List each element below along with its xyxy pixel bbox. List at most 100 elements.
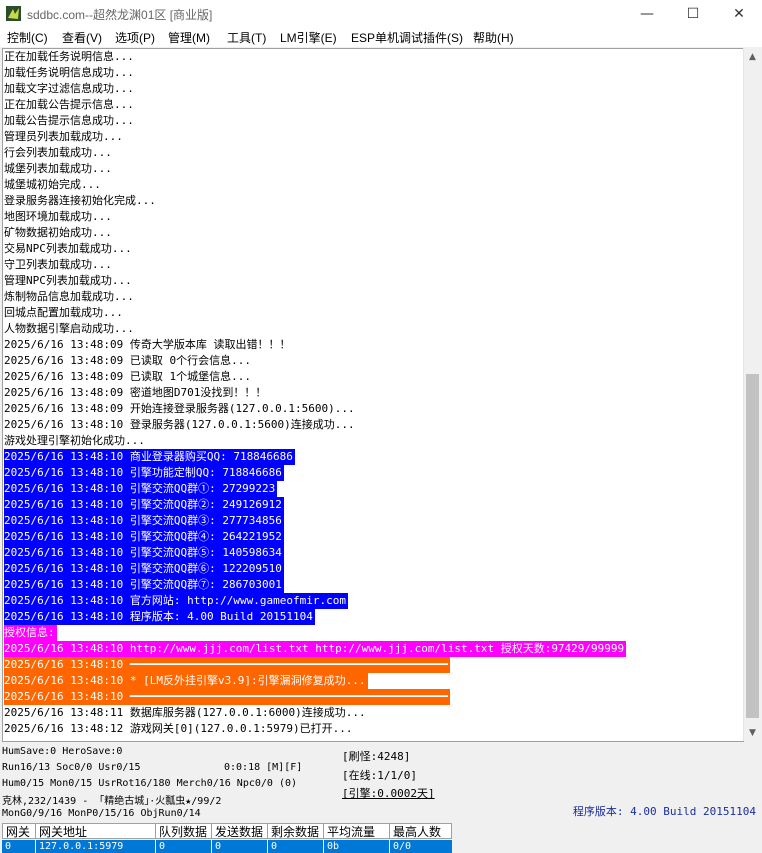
log-line: 2025/6/16 13:48:09 已读取 0个行会信息... [3, 353, 744, 369]
log-line: 2025/6/16 13:48:10 登录服务器(127.0.0.1:5600)… [3, 417, 744, 433]
log-line: 2025/6/16 13:48:10 引擎交流QQ群④: 264221952 [3, 529, 744, 545]
log-line-text: 管理NPC列表加载成功... [4, 274, 132, 287]
log-line: 矿物数据初始成功... [3, 225, 744, 241]
close-button[interactable]: ✕ [716, 0, 762, 27]
log-line-text: 2025/6/16 13:48:09 已读取 1个城堡信息... [4, 370, 251, 383]
title-bar: sddbc.com--超然龙渊01区 [商业版] — ☐ ✕ [0, 0, 762, 28]
log-line: 2025/6/16 13:48:10 引擎交流QQ群⑥: 122209510 [3, 561, 744, 577]
log-line: 2025/6/16 13:48:09 开始连接登录服务器(127.0.0.1:5… [3, 401, 744, 417]
log-line-text: 炼制物品信息加载成功... [4, 290, 134, 303]
log-line-text: 2025/6/16 13:48:10 官方网站: http://www.game… [4, 593, 349, 609]
menu-view[interactable]: 查看(V) [62, 29, 102, 46]
log-line: 授权信息: [3, 625, 744, 641]
log-line: 加载文字过滤信息成功... [3, 81, 744, 97]
log-line-text: 2025/6/16 13:48:10 ━━━━━━━━━━━━━━━━━━━━━… [4, 689, 450, 705]
log-line-text: 加载公告提示信息成功... [4, 114, 134, 127]
log-output[interactable]: 正在加载任务说明信息... 加载任务说明信息成功... 加载文字过滤信息成功... 正… [2, 48, 744, 742]
maximize-button[interactable]: ☐ [670, 0, 716, 27]
log-line-text: 2025/6/16 13:48:10 引擎交流QQ群⑦: 286703001 [4, 577, 284, 593]
menu-lm-engine[interactable]: LM引擎(E) [280, 29, 337, 46]
log-line: 2025/6/16 13:48:10 ━━━━━━━━━━━━━━━━━━━━━… [3, 689, 744, 705]
log-line-text: 授权信息: [4, 625, 57, 641]
log-line: 2025/6/16 13:48:10 程序版本: 4.00 Build 2015… [3, 609, 744, 625]
log-line: 2025/6/16 13:48:10 引擎交流QQ群③: 277734856 [3, 513, 744, 529]
column-header[interactable]: 网关地址 [36, 823, 156, 839]
log-line: 2025/6/16 13:48:10 引擎交流QQ群①: 27299223 [3, 481, 744, 497]
log-line: 行会列表加载成功... [3, 145, 744, 161]
log-line-text: 2025/6/16 13:48:09 传奇大学版本库 读取出错！！！ [4, 338, 291, 351]
log-line: 回城点配置加载成功... [3, 305, 744, 321]
map-status: 克林,232/1439 - 「精绝古城」·火瓢虫★/99/2 [2, 796, 222, 807]
log-line: 守卫列表加载成功... [3, 257, 744, 273]
log-line: 管理NPC列表加载成功... [3, 273, 744, 289]
menu-manage[interactable]: 管理(M) [168, 29, 210, 46]
column-header[interactable]: 发送数据 [212, 823, 268, 839]
menu-help[interactable]: 帮助(H) [473, 29, 514, 46]
log-line-text: 城堡列表加载成功... [4, 162, 112, 175]
log-line-text: 行会列表加载成功... [4, 146, 112, 159]
uptime-status: 0:0:18 [M][F] [224, 762, 303, 773]
column-header[interactable]: 平均流量 [324, 823, 390, 839]
log-line: 登录服务器连接初始化完成... [3, 193, 744, 209]
log-line-text: 回城点配置加载成功... [4, 306, 123, 319]
log-line: 2025/6/16 13:48:10 引擎交流QQ群⑤: 140598634 [3, 545, 744, 561]
scroll-thumb[interactable] [746, 374, 759, 718]
log-line: 城堡列表加载成功... [3, 161, 744, 177]
log-line: 正在加载公告提示信息... [3, 97, 744, 113]
column-header[interactable]: 网关 [2, 823, 36, 839]
log-line-text: 2025/6/16 13:48:10 引擎交流QQ群③: 277734856 [4, 513, 284, 529]
menu-esp-plugin[interactable]: ESP单机调试插件(S) [351, 29, 463, 46]
refresh-count: [刷怪:4248] [342, 750, 411, 763]
log-line: 游戏处理引擎初始化成功... [3, 433, 744, 449]
status-panel: HumSave:0 HeroSave:0 Run16/13 Soc0/0 Usr… [0, 742, 762, 822]
log-line-text: 2025/6/16 13:48:10 引擎交流QQ群④: 264221952 [4, 529, 284, 545]
log-line-text: 正在加载公告提示信息... [4, 98, 134, 111]
log-line: 炼制物品信息加载成功... [3, 289, 744, 305]
log-line: 2025/6/16 13:48:10 http://www.jjj.com/li… [3, 641, 744, 657]
log-line: 2025/6/16 13:48:10 官方网站: http://www.game… [3, 593, 744, 609]
table-cell: 0 [2, 840, 36, 853]
table-cell: 0/0 [393, 841, 412, 852]
column-header[interactable]: 最高人数 [390, 823, 452, 839]
log-line: 管理员列表加载成功... [3, 129, 744, 145]
menu-options[interactable]: 选项(P) [115, 29, 155, 46]
minimize-button[interactable]: — [624, 0, 670, 27]
column-header[interactable]: 队列数据 [156, 823, 212, 839]
log-line-text: 2025/6/16 13:48:10 登录服务器(127.0.0.1:5600)… [4, 418, 355, 431]
table-cell: 0 [156, 840, 212, 853]
monster-status: MonG0/9/16 MonP0/15/16 ObjRun0/14 [2, 808, 201, 819]
log-line-text: 正在加载任务说明信息... [4, 50, 134, 63]
engine-days: [引擎:0.0002天] [342, 787, 435, 800]
log-line-text: 2025/6/16 13:48:10 http://www.jjj.com/li… [4, 641, 627, 657]
log-line: 2025/6/16 13:48:10 * [LM反外挂引擎v3.9]:引擎漏洞修… [3, 673, 744, 689]
log-line: 2025/6/16 13:48:09 密道地图D701没找到！！！ [3, 385, 744, 401]
log-line: 2025/6/16 13:48:10 引擎功能定制QQ: 718846686 [3, 465, 744, 481]
log-line-text: 加载任务说明信息成功... [4, 66, 134, 79]
log-line-text: 2025/6/16 13:48:10 商业登录器购买QQ: 718846686 [4, 449, 295, 465]
column-header[interactable]: 剩余数据 [268, 823, 324, 839]
log-line-text: 2025/6/16 13:48:10 引擎交流QQ群①: 27299223 [4, 481, 278, 497]
log-line: 2025/6/16 13:48:11 数据库服务器(127.0.0.1:6000… [3, 705, 744, 721]
scroll-down-arrow-icon[interactable]: ▼ [744, 724, 761, 741]
table-row[interactable]: 0 127.0.0.1:5979 0 0 0 0b 0/0 [2, 840, 452, 853]
scroll-up-arrow-icon[interactable]: ▲ [744, 48, 761, 65]
log-line: 2025/6/16 13:48:09 传奇大学版本库 读取出错！！！ [3, 337, 744, 353]
gate-table: 网关 网关地址 队列数据 发送数据 剩余数据 平均流量 最高人数 0 127.0… [2, 823, 452, 853]
log-line-text: 矿物数据初始成功... [4, 226, 112, 239]
log-line-text: 管理员列表加载成功... [4, 130, 123, 143]
table-cell: 127.0.0.1:5979 [36, 840, 156, 853]
log-line-text: 交易NPC列表加载成功... [4, 242, 132, 255]
save-status: HumSave:0 HeroSave:0 [2, 746, 123, 757]
log-scrollbar[interactable]: ▲ ▼ [743, 48, 761, 741]
run-status: Run16/13 Soc0/0 Usr0/15 [2, 762, 141, 773]
log-line-text: 城堡城初始完成... [4, 178, 101, 191]
log-line-text: 登录服务器连接初始化完成... [4, 194, 156, 207]
log-line-text: 2025/6/16 13:48:10 引擎交流QQ群②: 249126912 [4, 497, 284, 513]
app-icon [6, 6, 21, 21]
log-line: 交易NPC列表加载成功... [3, 241, 744, 257]
menu-control[interactable]: 控制(C) [7, 29, 48, 46]
menu-tools[interactable]: 工具(T) [227, 29, 266, 46]
log-line-text: 2025/6/16 13:48:10 * [LM反外挂引擎v3.9]:引擎漏洞修… [4, 673, 368, 689]
menu-bar: 控制(C) 查看(V) 选项(P) 管理(M) 工具(T) LM引擎(E) ES… [0, 27, 762, 48]
window-title: sddbc.com--超然龙渊01区 [商业版] [27, 8, 213, 22]
